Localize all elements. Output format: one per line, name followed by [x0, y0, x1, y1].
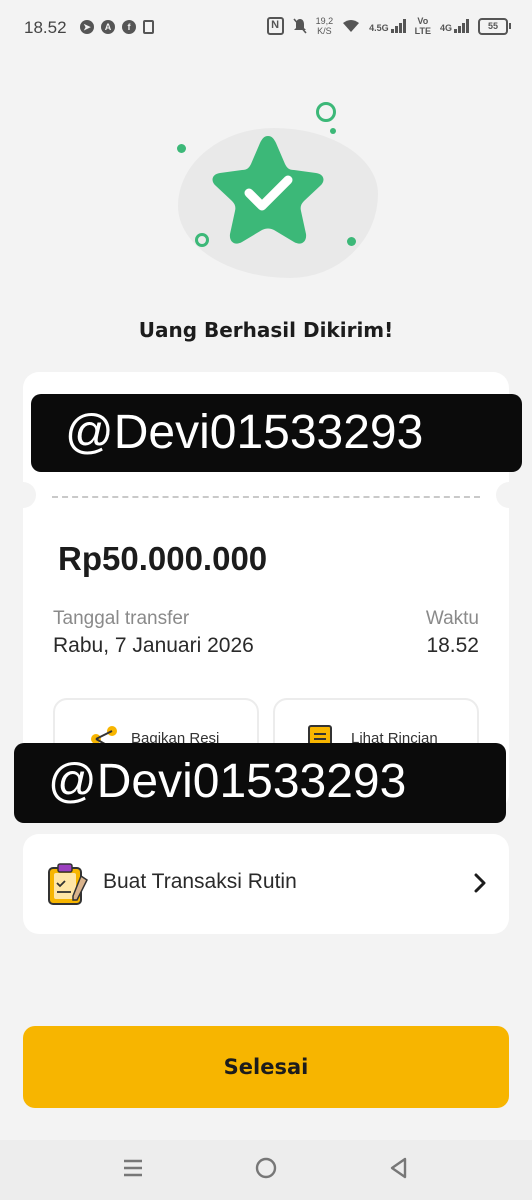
network-type-3: 4G [439, 23, 452, 33]
decor-dot-small [330, 128, 336, 134]
vpn-icon: A [101, 20, 115, 34]
time-value: 18.52 [426, 634, 479, 657]
menu-icon[interactable] [121, 1156, 145, 1180]
speed-unit: K/S [317, 26, 332, 36]
status-time: 18.52 [24, 18, 67, 37]
receipt-notch-right [496, 482, 522, 508]
status-bar: 18.52 ➤ A f N 19,2 K/S 4.5G Vo LTE 4G 55 [0, 0, 532, 58]
watermark-overlay-2: @Devi01533293 [14, 743, 506, 823]
chevron-right-icon [474, 873, 486, 893]
facebook-icon: f [122, 20, 136, 34]
back-icon[interactable] [387, 1156, 411, 1180]
home-icon[interactable] [254, 1156, 278, 1180]
mute-icon [292, 18, 307, 34]
notification-icons: ➤ A f [80, 20, 154, 34]
receipt-divider [52, 496, 480, 498]
lte-label: LTE [414, 26, 431, 36]
date-label: Tanggal transfer [53, 608, 190, 629]
telegram-icon: ➤ [80, 20, 94, 34]
nfc-icon: N [266, 17, 284, 35]
date-value: Rabu, 7 Januari 2026 [53, 634, 254, 657]
network-speed: 19,2 K/S [316, 16, 334, 36]
speed-value: 19,2 [315, 16, 334, 26]
decor-ring-top [316, 102, 336, 122]
star-check-icon [212, 136, 324, 244]
done-button[interactable]: Selesai [23, 1026, 509, 1108]
decor-ring-bottom [195, 233, 209, 247]
time-label: Waktu [425, 608, 479, 629]
routine-transaction-label: Buat Transaksi Rutin [103, 870, 297, 893]
system-icons: N 19,2 K/S 4.5G Vo LTE 4G 55 [266, 16, 511, 36]
watermark-overlay: @Devi01533293 [31, 394, 522, 472]
signal-icon-2 [454, 19, 469, 33]
battery-icon: 55 [478, 17, 511, 35]
page-title: Uang Berhasil Dikirim! [138, 318, 394, 342]
volte-indicator: Vo LTE [415, 16, 431, 36]
transfer-amount: Rp50.000.000 [58, 540, 268, 577]
routine-transaction-item[interactable]: Buat Transaksi Rutin [23, 834, 509, 934]
system-nav-bar [0, 1140, 532, 1200]
phone-icon [143, 20, 154, 34]
success-illustration [160, 100, 390, 280]
volte-label: Vo [417, 16, 429, 26]
decor-dot-right [347, 237, 356, 246]
network-type-1: 4.5G [369, 23, 389, 33]
decor-dot-left [177, 144, 186, 153]
wifi-icon [343, 20, 360, 32]
signal-icon [390, 19, 406, 33]
receipt-notch-left [10, 482, 36, 508]
clipboard-icon [48, 863, 88, 905]
